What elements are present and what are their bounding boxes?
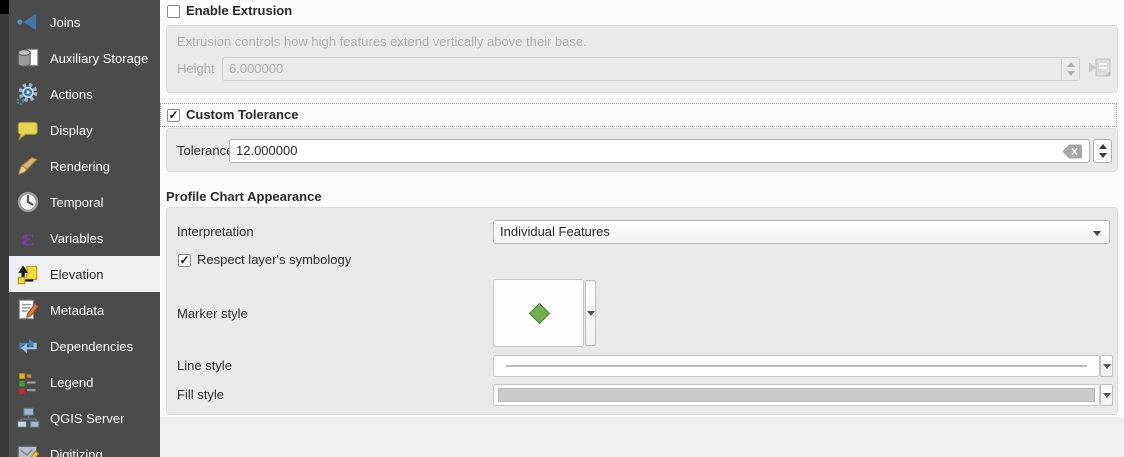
interpretation-value: Individual Features — [500, 224, 610, 239]
sidebar-item-actions[interactable]: Actions — [9, 76, 160, 112]
respect-symbology-label: Respect layer's symbology — [197, 252, 351, 268]
spinner-down-icon[interactable] — [1067, 71, 1075, 76]
dialog-background — [160, 417, 1124, 457]
window-edge — [0, 0, 9, 457]
metadata-icon — [15, 297, 41, 323]
line-style-dropdown-button[interactable] — [1100, 355, 1113, 377]
clear-field-icon[interactable] — [1062, 144, 1083, 159]
sidebar-item-label: Dependencies — [50, 339, 133, 354]
chevron-down-icon — [1103, 393, 1111, 398]
sidebar-item-digitizing[interactable]: Digitizing — [9, 436, 160, 457]
spinner-up-icon[interactable] — [1099, 144, 1107, 149]
sidebar-item-variables[interactable]: ε Variables — [9, 220, 160, 256]
sidebar-item-auxiliary-storage[interactable]: Auxiliary Storage — [9, 40, 160, 76]
sidebar-item-legend[interactable]: Legend — [9, 364, 160, 400]
chevron-down-icon — [587, 311, 595, 316]
sidebar-item-label: Variables — [50, 231, 103, 246]
sidebar-item-label: Actions — [50, 87, 93, 102]
line-style-preview — [506, 365, 1087, 367]
sidebar-item-elevation[interactable]: Elevation — [9, 256, 160, 292]
display-icon — [15, 117, 41, 143]
sidebar-item-label: Rendering — [50, 159, 110, 174]
interpretation-select[interactable]: Individual Features — [493, 220, 1110, 244]
respect-symbology-checkbox[interactable] — [178, 254, 191, 267]
variables-icon: ε — [15, 225, 41, 251]
sidebar-item-label: Temporal — [50, 195, 103, 210]
sidebar-item-label: Digitizing — [50, 447, 103, 457]
enable-extrusion-checkbox[interactable] — [167, 5, 180, 18]
tolerance-spinner-buttons[interactable] — [1093, 139, 1112, 163]
layer-properties-dialog: Joins Auxiliary Storage Actions Display … — [0, 0, 1124, 457]
appearance-section-title: Profile Chart Appearance — [166, 189, 322, 205]
interpretation-label: Interpretation — [177, 224, 254, 240]
fill-style-button[interactable] — [493, 384, 1100, 406]
temporal-icon — [15, 189, 41, 215]
marker-style-label: Marker style — [177, 306, 248, 322]
elevation-icon — [15, 261, 41, 287]
fill-style-dropdown-button[interactable] — [1100, 384, 1113, 406]
fill-style-preview — [498, 388, 1095, 402]
dependencies-icon — [15, 333, 41, 359]
line-style-button[interactable] — [493, 355, 1100, 377]
marker-style-dropdown-button[interactable] — [585, 280, 596, 346]
green-diamond-marker — [528, 303, 549, 324]
height-value: 6.000000 — [229, 61, 283, 76]
window-corner — [0, 0, 9, 14]
svg-text:ε: ε — [21, 227, 34, 251]
tolerance-value: 12.000000 — [236, 143, 297, 158]
focus-rectangle — [160, 103, 1117, 127]
chevron-down-icon — [1103, 364, 1111, 369]
height-spinbox[interactable]: 6.000000 — [222, 57, 1080, 81]
sidebar-item-display[interactable]: Display — [9, 112, 160, 148]
legend-icon — [15, 369, 41, 395]
auxiliary-storage-icon — [15, 45, 41, 71]
tolerance-input[interactable]: 12.000000 — [229, 139, 1090, 163]
custom-tolerance-label: Custom Tolerance — [186, 107, 298, 123]
sidebar-item-label: Elevation — [50, 267, 103, 282]
line-style-label: Line style — [177, 358, 232, 374]
tolerance-label: Tolerance — [177, 143, 233, 159]
qgis-server-icon — [15, 405, 41, 431]
sidebar-item-qgis-server[interactable]: QGIS Server — [9, 400, 160, 436]
sidebar-item-joins[interactable]: Joins — [9, 4, 160, 40]
spinner-down-icon[interactable] — [1099, 153, 1107, 158]
data-defined-override-icon[interactable] — [1086, 55, 1114, 83]
properties-sidebar: Joins Auxiliary Storage Actions Display … — [0, 0, 160, 457]
custom-tolerance-checkbox[interactable] — [167, 109, 180, 122]
sidebar-item-metadata[interactable]: Metadata — [9, 292, 160, 328]
sidebar-item-label: QGIS Server — [50, 411, 124, 426]
joins-icon — [15, 9, 41, 35]
sidebar-item-label: Legend — [50, 375, 93, 390]
actions-icon — [15, 81, 41, 107]
height-label: Height — [177, 61, 215, 77]
sidebar-item-rendering[interactable]: Rendering — [9, 148, 160, 184]
fill-style-label: Fill style — [177, 387, 224, 403]
chevron-down-icon — [1093, 231, 1101, 236]
rendering-icon — [15, 153, 41, 179]
sidebar-item-dependencies[interactable]: Dependencies — [9, 328, 160, 364]
enable-extrusion-label: Enable Extrusion — [186, 3, 292, 19]
sidebar-item-label: Auxiliary Storage — [50, 51, 148, 66]
extrusion-description: Extrusion controls how high features ext… — [177, 34, 587, 50]
height-spinner-buttons[interactable] — [1061, 58, 1079, 80]
sidebar-item-temporal[interactable]: Temporal — [9, 184, 160, 220]
sidebar-item-label: Metadata — [50, 303, 104, 318]
sidebar-item-label: Display — [50, 123, 93, 138]
digitizing-icon — [15, 441, 41, 457]
marker-style-button[interactable] — [493, 279, 584, 347]
elevation-properties-page: Enable Extrusion Extrusion controls how … — [160, 0, 1124, 457]
sidebar-item-label: Joins — [50, 15, 80, 30]
spinner-up-icon[interactable] — [1067, 62, 1075, 67]
